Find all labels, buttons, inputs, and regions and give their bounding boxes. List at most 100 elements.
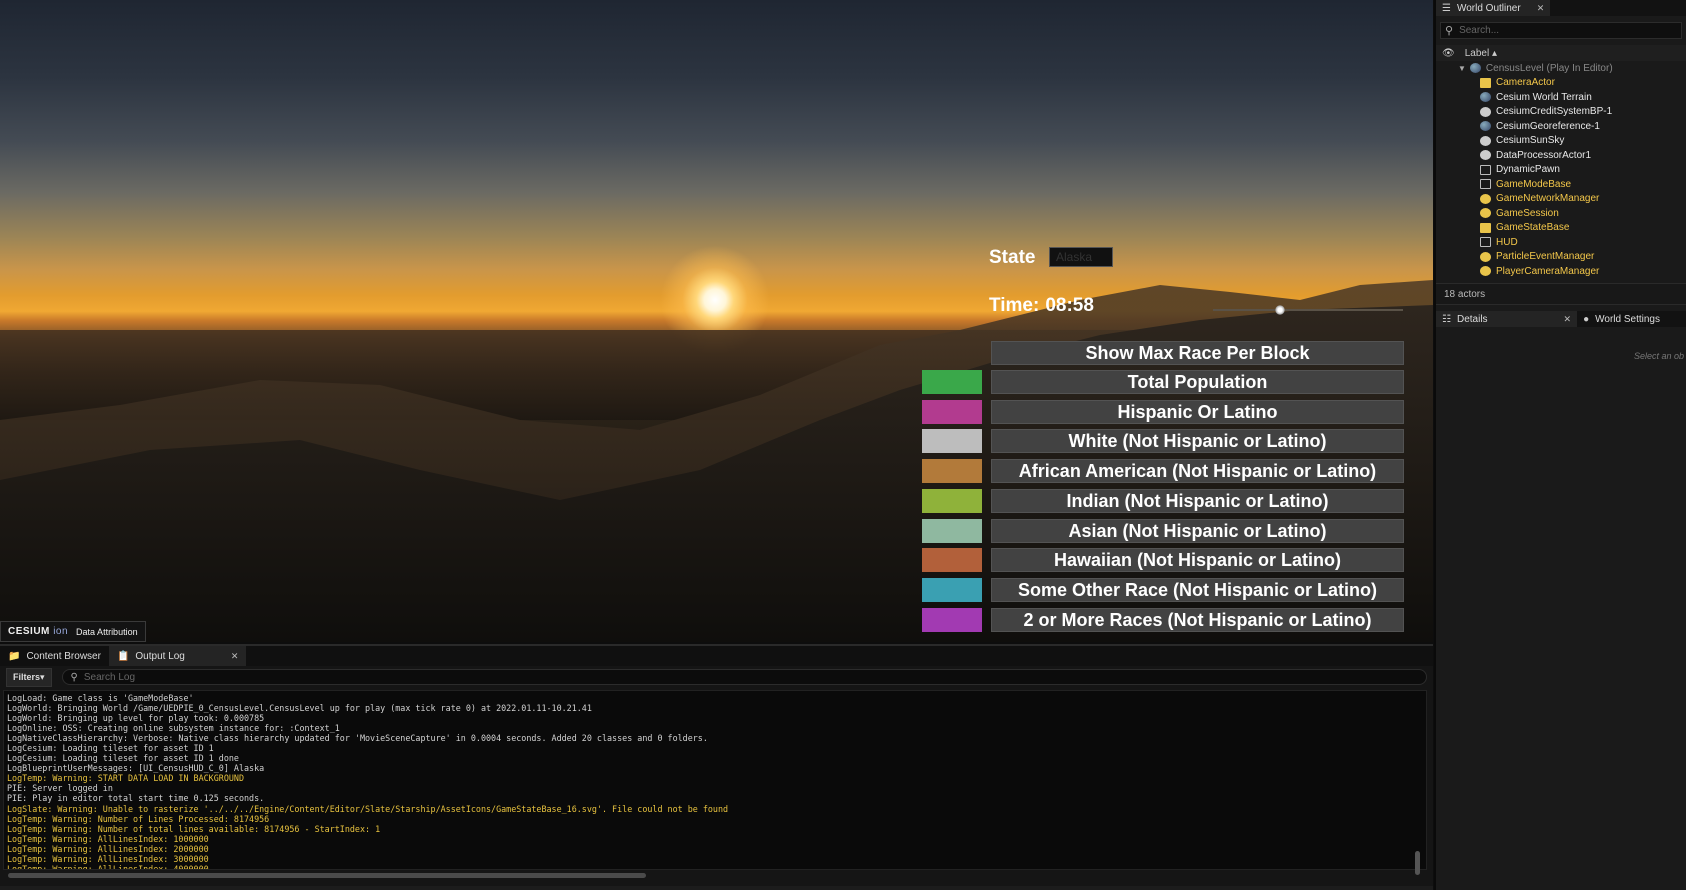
log-search-input[interactable]: ⚲ Search Log	[61, 669, 1427, 685]
details-empty-hint: Select an ob	[1633, 351, 1684, 361]
actor-icon	[1480, 266, 1491, 277]
tree-root-label: CensusLevel (Play In Editor)	[1485, 62, 1613, 74]
log-line: LogCesium: Loading tileset for asset ID …	[7, 743, 214, 754]
search-icon: ⚲	[70, 671, 78, 683]
bottom-panel: 📁 Content Browser 📋 Output Log ✕ Filters…	[0, 644, 1433, 890]
outliner-item[interactable]: HUD	[1436, 235, 1686, 250]
race-color-swatch	[922, 577, 982, 602]
tab-world-settings[interactable]: ● World Settings	[1577, 311, 1666, 327]
globe-icon	[1480, 92, 1491, 103]
log-line: LogTemp: Warning: Number of total lines …	[7, 823, 381, 834]
outliner-icon: ☰	[1442, 2, 1451, 14]
state-dropdown[interactable]: Alaska	[1049, 247, 1113, 267]
outliner-item[interactable]: Cesium World Terrain	[1436, 90, 1686, 105]
time-slider-thumb[interactable]	[1274, 305, 1285, 315]
globe-icon: ●	[1583, 313, 1590, 325]
log-line: LogNativeClassHierarchy: Verbose: Native…	[7, 733, 708, 744]
actor-count: 18 actors	[1436, 283, 1686, 305]
outliner-item[interactable]: CesiumCreditSystemBP-1	[1436, 105, 1686, 120]
outliner-item-label: CameraActor	[1496, 77, 1555, 89]
race-toggle-button[interactable]: 2 or More Races (Not Hispanic or Latino)	[991, 607, 1404, 632]
outliner-item-label: PlayerCameraManager	[1496, 265, 1600, 277]
log-line: LogTemp: Warning: AllLinesIndex: 2000000	[7, 843, 209, 854]
outliner-item-label: Cesium World Terrain	[1496, 91, 1592, 103]
tab-world-outliner[interactable]: ☰ World Outliner ✕	[1436, 0, 1551, 16]
chevron-down-icon[interactable]: ▼	[1458, 64, 1466, 73]
output-log-area[interactable]: LogLoad: Game class is 'GameModeBase' Log…	[3, 690, 1427, 870]
tab-content-browser[interactable]: 📁 Content Browser	[0, 646, 109, 666]
log-icon: 📋	[116, 650, 130, 662]
log-line: LogTemp: Warning: AllLinesIndex: 3000000	[7, 853, 209, 864]
actor-icon	[1480, 208, 1491, 219]
log-line: PIE: Server logged in	[7, 783, 113, 794]
race-color-swatch	[922, 459, 982, 484]
time-slider[interactable]	[1213, 309, 1403, 311]
eye-icon[interactable]: 👁	[1442, 48, 1455, 59]
outliner-item[interactable]: PlayerCameraManager	[1436, 264, 1686, 279]
show-max-race-button[interactable]: Show Max Race Per Block	[991, 341, 1404, 365]
hud-icon	[1480, 237, 1491, 248]
gamemode-icon	[1480, 179, 1491, 190]
race-toggle-button[interactable]: Indian (Not Hispanic or Latino)	[991, 488, 1404, 513]
actor-icon	[1480, 193, 1491, 204]
race-toggle-button[interactable]: Some Other Race (Not Hispanic or Latino)	[991, 577, 1404, 602]
outliner-item[interactable]: GameModeBase	[1436, 177, 1686, 192]
outliner-search-placeholder: Search...	[1459, 25, 1500, 36]
gamestate-icon	[1480, 222, 1491, 233]
outliner-item[interactable]: CesiumGeoreference-1	[1436, 119, 1686, 134]
folder-icon: 📁	[8, 650, 21, 662]
time-value: 08:58	[1045, 295, 1094, 316]
outliner-item[interactable]: GameSession	[1436, 206, 1686, 221]
outliner-item[interactable]: DynamicPawn	[1436, 163, 1686, 178]
label-column[interactable]: Label ▴	[1465, 48, 1497, 59]
outliner-tab-bar: ☰ World Outliner ✕	[1436, 0, 1686, 16]
actor-icon	[1480, 135, 1491, 146]
log-line: PIE: Play in editor total start time 0.1…	[7, 793, 265, 804]
outliner-item[interactable]: ParticleEventManager	[1436, 250, 1686, 265]
tab-details[interactable]: ☷ Details ✕	[1436, 311, 1578, 327]
close-icon[interactable]: ✕	[1537, 3, 1545, 14]
outliner-item[interactable]: CesiumSunSky	[1436, 134, 1686, 149]
race-toggle-button[interactable]: White (Not Hispanic or Latino)	[991, 429, 1404, 454]
race-color-swatch	[922, 548, 982, 573]
outliner-item-label: ParticleEventManager	[1496, 251, 1595, 263]
log-line: LogTemp: Warning: Number of Lines Proces…	[7, 813, 270, 824]
log-horizontal-scrollbar[interactable]	[8, 873, 646, 878]
pawn-icon	[1480, 164, 1491, 175]
outliner-item[interactable]: GameNetworkManager	[1436, 192, 1686, 207]
close-icon[interactable]: ✕	[1564, 314, 1572, 325]
game-viewport[interactable]: CESIUM ion Data Attribution State Alaska…	[0, 0, 1433, 642]
tab-output-log[interactable]: 📋 Output Log ✕	[108, 646, 247, 666]
outliner-search-input[interactable]: ⚲ Search...	[1440, 22, 1682, 39]
outliner-item-label: GameStateBase	[1496, 222, 1570, 234]
outliner-item[interactable]: CameraActor	[1436, 76, 1686, 91]
race-color-swatch	[922, 607, 982, 632]
tab-world-settings-label: World Settings	[1595, 313, 1660, 325]
tab-world-outliner-label: World Outliner	[1456, 2, 1521, 14]
outliner-item[interactable]: GameStateBase	[1436, 221, 1686, 236]
data-attribution-link[interactable]: Data Attribution	[76, 627, 138, 637]
race-color-swatch	[922, 399, 982, 424]
tree-root-censuslevel[interactable]: ▼ CensusLevel (Play In Editor)	[1436, 61, 1686, 76]
log-line: LogTemp: Warning: START DATA LOAD IN BAC…	[7, 773, 244, 784]
race-color-swatch	[922, 518, 982, 543]
race-toggle-button[interactable]: African American (Not Hispanic or Latino…	[991, 459, 1404, 484]
log-vertical-scrollbar[interactable]	[1415, 851, 1420, 875]
race-toggle-button[interactable]: Hispanic Or Latino	[991, 399, 1404, 424]
race-toggle-button[interactable]: Total Population	[991, 370, 1404, 394]
state-label: State	[989, 247, 1036, 268]
level-icon	[1469, 63, 1481, 74]
outliner-column-header[interactable]: 👁 Label ▴	[1436, 45, 1686, 61]
race-toggle-button[interactable]: Hawaiian (Not Hispanic or Latino)	[991, 548, 1404, 573]
tree-items: CameraActor Cesium World Terrain CesiumCre…	[1436, 76, 1686, 279]
details-icon: ☷	[1442, 313, 1451, 325]
tab-content-browser-label: Content Browser	[26, 650, 101, 662]
filters-button[interactable]: Filters▾	[6, 667, 52, 687]
outliner-item[interactable]: DataProcessorActor1	[1436, 148, 1686, 163]
log-line: LogOnline: OSS: Creating online subsyste…	[7, 723, 340, 734]
close-icon[interactable]: ✕	[231, 651, 239, 662]
outliner-item-label: GameSession	[1496, 207, 1559, 219]
log-search-placeholder: Search Log	[83, 671, 136, 683]
race-toggle-button[interactable]: Asian (Not Hispanic or Latino)	[991, 518, 1404, 543]
cesium-attribution-badge[interactable]: CESIUM ion Data Attribution	[0, 621, 146, 642]
